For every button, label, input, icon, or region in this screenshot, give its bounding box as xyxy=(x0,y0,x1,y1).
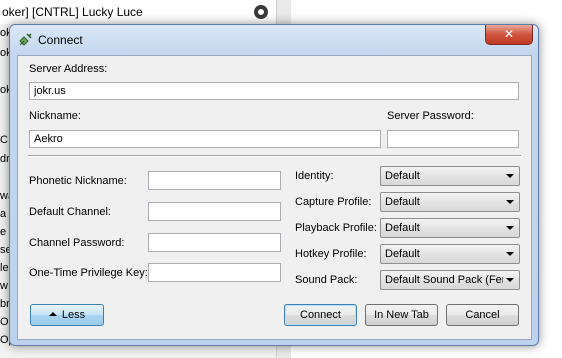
playback-profile-select[interactable]: Default xyxy=(380,218,520,238)
privilege-key-input[interactable] xyxy=(148,263,281,282)
default-channel-input[interactable] xyxy=(148,202,281,221)
identity-select[interactable]: Default xyxy=(380,166,520,186)
status-icon xyxy=(254,5,268,19)
connect-button[interactable]: Connect xyxy=(284,304,357,326)
less-button[interactable]: Less xyxy=(30,304,104,326)
chevron-down-icon xyxy=(506,278,514,282)
capture-profile-select-value: Default xyxy=(385,196,420,208)
in-new-tab-button[interactable]: In New Tab xyxy=(365,304,438,326)
playback-profile-select-value: Default xyxy=(385,222,420,234)
connect-button-label: Connect xyxy=(300,309,341,321)
sound-pack-select-value: Default Sound Pack (Fem xyxy=(385,274,503,286)
identity-label: Identity: xyxy=(295,170,334,182)
chevron-down-icon xyxy=(506,200,514,204)
dialog-body: Server Address: Nickname: Server Passwor… xyxy=(17,55,532,340)
server-password-label: Server Password: xyxy=(387,110,474,122)
less-button-label: Less xyxy=(61,309,86,321)
background-tree-top-row[interactable]: oker] [CNTRL] Lucky Luce xyxy=(0,0,276,24)
capture-profile-select[interactable]: Default xyxy=(380,192,520,212)
phonetic-nickname-input[interactable] xyxy=(148,171,281,190)
background-client-name: oker] [CNTRL] Lucky Luce xyxy=(2,5,143,19)
in-new-tab-button-label: In New Tab xyxy=(374,309,429,321)
screen: oker] [CNTRL] Lucky Luce oke oke oke C d… xyxy=(0,0,562,358)
server-password-input[interactable] xyxy=(387,130,519,148)
cancel-button-label: Cancel xyxy=(465,309,500,321)
chevron-down-icon xyxy=(506,226,514,230)
hotkey-profile-select[interactable]: Default xyxy=(380,244,520,264)
connect-dialog: Connect ✕ Server Address: Nickname: Serv… xyxy=(9,24,539,346)
phonetic-nickname-label: Phonetic Nickname: xyxy=(29,175,127,187)
hotkey-profile-select-value: Default xyxy=(385,248,420,260)
channel-password-label: Channel Password: xyxy=(29,237,125,249)
privilege-key-label: One-Time Privilege Key: xyxy=(29,267,148,279)
separator xyxy=(28,155,521,157)
server-address-label: Server Address: xyxy=(29,63,108,75)
nickname-input[interactable] xyxy=(29,130,381,148)
dialog-titlebar[interactable]: Connect ✕ xyxy=(10,25,538,53)
connect-plug-icon xyxy=(19,33,32,46)
hotkey-profile-label: Hotkey Profile: xyxy=(295,248,367,260)
sound-pack-select[interactable]: Default Sound Pack (Fem xyxy=(380,270,520,290)
channel-password-input[interactable] xyxy=(148,233,281,252)
playback-profile-label: Playback Profile: xyxy=(295,222,377,234)
chevron-up-icon xyxy=(48,312,57,317)
capture-profile-label: Capture Profile: xyxy=(295,196,372,208)
close-button[interactable]: ✕ xyxy=(485,25,533,45)
server-address-input[interactable] xyxy=(29,82,519,100)
close-icon: ✕ xyxy=(503,27,515,41)
chevron-down-icon xyxy=(506,174,514,178)
identity-select-value: Default xyxy=(385,170,420,182)
cancel-button[interactable]: Cancel xyxy=(446,304,519,326)
default-channel-label: Default Channel: xyxy=(29,206,111,218)
nickname-label: Nickname: xyxy=(29,110,81,122)
sound-pack-label: Sound Pack: xyxy=(295,274,358,286)
chevron-down-icon xyxy=(506,252,514,256)
dialog-title: Connect xyxy=(38,33,83,47)
